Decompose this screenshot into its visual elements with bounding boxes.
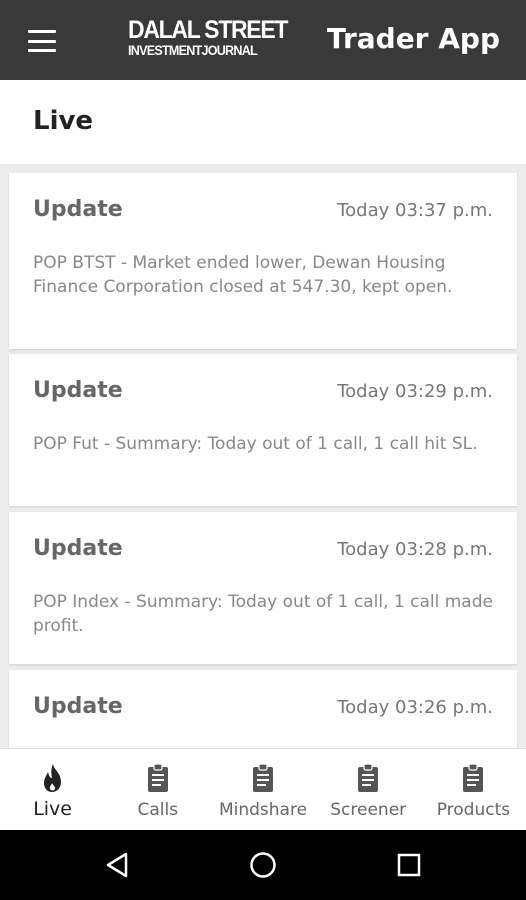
nav-item-live[interactable]: Live — [0, 749, 105, 830]
app-bar: DALAL STREET INVESTMENTJOURNAL Trader Ap… — [0, 0, 526, 80]
nav-label: Products — [436, 800, 511, 820]
nav-label: Mindshare — [218, 800, 308, 820]
feed-card[interactable]: Update Today 03:28 p.m. POP Index - Summ… — [9, 512, 517, 664]
hamburger-menu-icon[interactable] — [28, 30, 56, 52]
card-timestamp: Today 03:29 p.m. — [337, 381, 493, 402]
system-navigation-bar — [0, 830, 526, 900]
recents-icon[interactable] — [394, 850, 424, 880]
card-body: POP Index - Summary: Today out of 1 call… — [33, 592, 493, 636]
card-body: POP BTST - Market ended lower, Dewan Hou… — [33, 253, 453, 297]
feed-card[interactable]: Update Today 03:37 p.m. POP BTST - Marke… — [9, 173, 517, 349]
card-title: Update — [33, 378, 123, 403]
card-title: Update — [33, 197, 123, 222]
card-title: Update — [33, 694, 123, 719]
flame-icon — [43, 764, 61, 792]
nav-label: Calls — [137, 800, 179, 820]
back-icon[interactable] — [102, 850, 132, 880]
card-timestamp: Today 03:37 p.m. — [337, 200, 493, 221]
clipboard-icon — [147, 763, 168, 792]
dalal-street-logo: DALAL STREET INVESTMENTJOURNAL — [128, 16, 288, 64]
section-header: Live — [0, 80, 526, 164]
feed-card[interactable]: Update Today 03:29 p.m. POP Fut - Summar… — [9, 354, 517, 506]
logo-line-2: INVESTMENTJOURNAL — [128, 43, 258, 58]
card-title: Update — [33, 536, 123, 561]
clipboard-icon — [253, 763, 273, 792]
nav-item-products[interactable]: Products — [421, 749, 526, 830]
nav-item-mindshare[interactable]: Mindshare — [210, 749, 315, 830]
page-title: Live — [33, 106, 94, 136]
card-timestamp: Today 03:26 p.m. — [337, 697, 493, 718]
home-icon[interactable] — [248, 850, 278, 880]
clipboard-icon — [463, 763, 484, 792]
live-feed-list[interactable]: Update Today 03:37 p.m. POP BTST - Marke… — [0, 164, 526, 748]
nav-label: Live — [33, 798, 72, 820]
card-timestamp: Today 03:28 p.m. — [337, 539, 493, 560]
feed-card[interactable]: Update Today 03:26 p.m. — [9, 670, 517, 748]
card-body: POP Fut - Summary: Today out of 1 call, … — [33, 434, 478, 454]
clipboard-icon — [358, 763, 379, 792]
nav-label: Screener — [330, 800, 407, 820]
nav-item-screener[interactable]: Screener — [316, 749, 421, 830]
logo-line-1: DALAL STREET — [128, 16, 288, 44]
app-title: Trader App — [326, 22, 500, 55]
nav-item-calls[interactable]: Calls — [105, 749, 210, 830]
bottom-navigation: Live Calls Mindshare Screener Products — [0, 748, 526, 830]
